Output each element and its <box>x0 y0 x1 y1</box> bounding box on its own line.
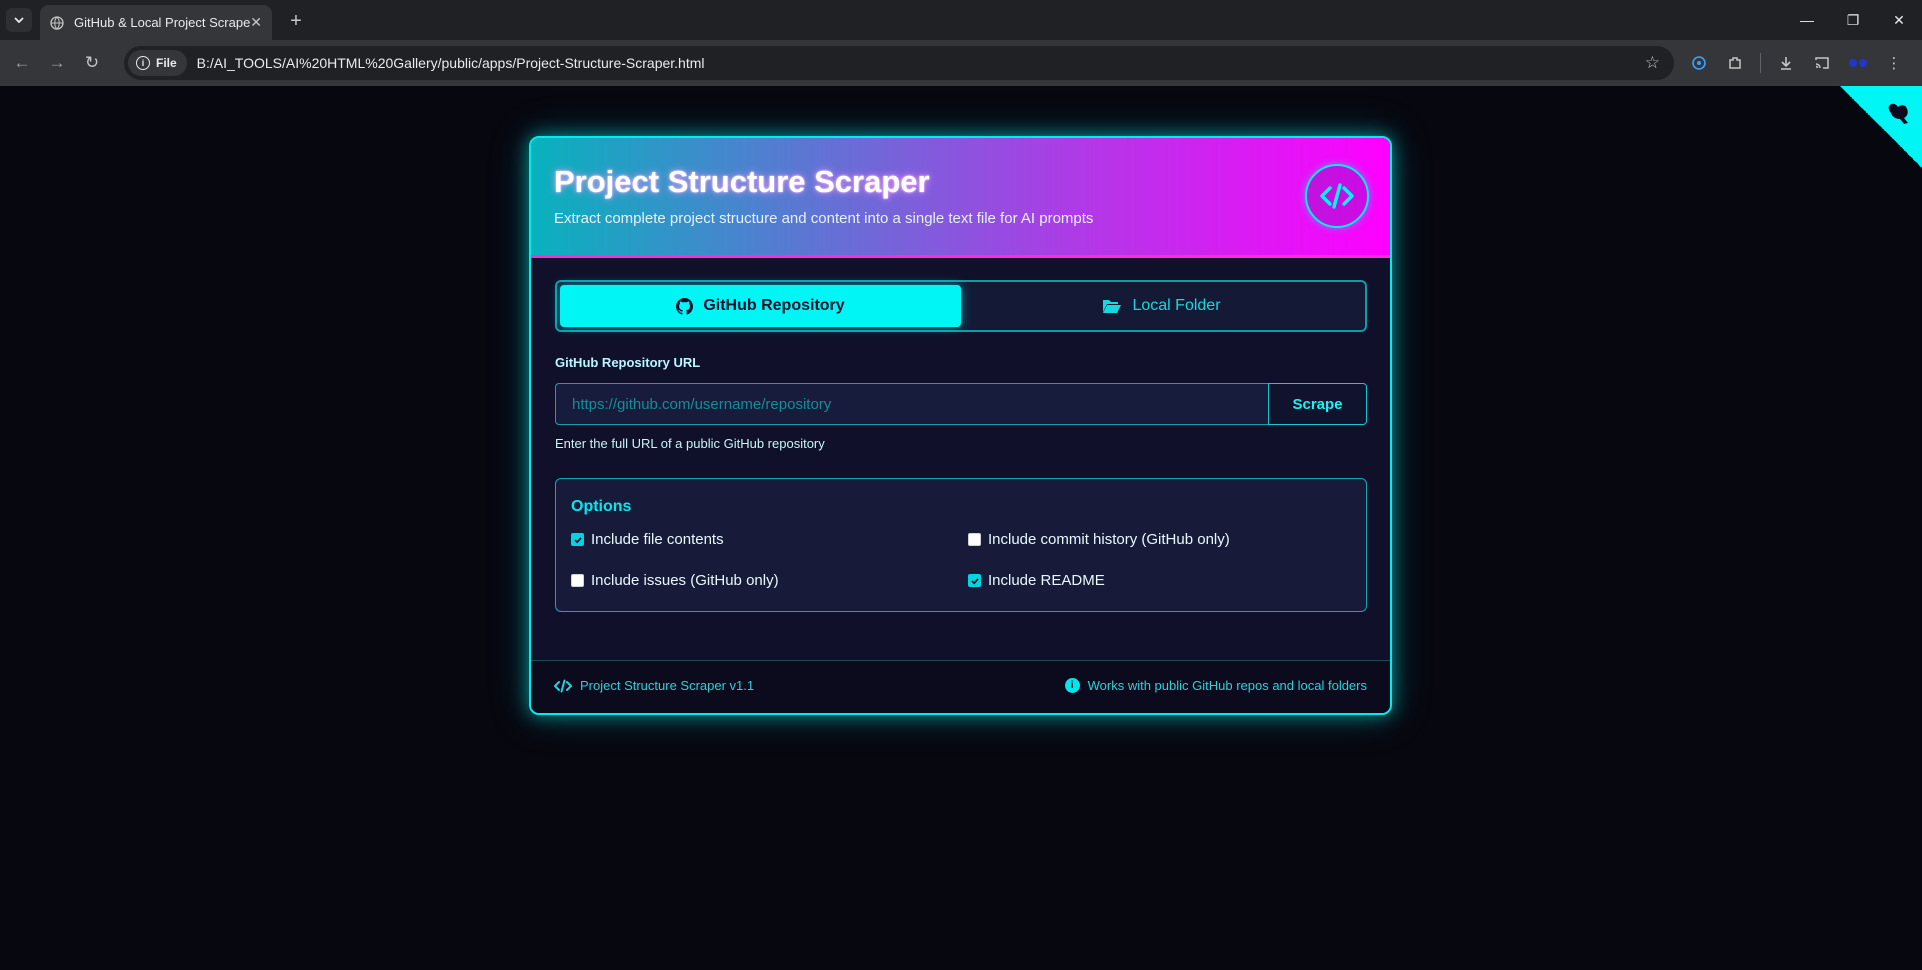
url-input-group: Scrape <box>555 383 1367 425</box>
close-window-icon[interactable]: ✕ <box>1876 0 1922 40</box>
browser-toolbar: ← → ↻ i File B:/AI_TOOLS/AI%20HTML%20Gal… <box>0 40 1922 86</box>
code-icon <box>554 679 572 692</box>
tab-search-button[interactable] <box>6 8 32 32</box>
checkbox-unchecked[interactable] <box>571 574 584 587</box>
checkbox-unchecked[interactable] <box>968 533 981 546</box>
footer-info-text: Works with public GitHub repos and local… <box>1087 678 1367 693</box>
repository-url-input[interactable] <box>555 383 1268 425</box>
app-subtitle: Extract complete project structure and c… <box>554 210 1094 227</box>
page-viewport: Project Structure Scraper Extract comple… <box>0 86 1922 970</box>
tab-title: GitHub & Local Project Scraper <box>74 15 251 30</box>
footer-version: Project Structure Scraper v1.1 <box>554 678 754 693</box>
footer-info: i Works with public GitHub repos and loc… <box>1064 678 1367 693</box>
github-corner[interactable] <box>1840 86 1922 168</box>
profile-avatar-icon[interactable] <box>1847 52 1869 74</box>
toolbar-divider <box>1760 53 1761 73</box>
url-help-text: Enter the full URL of a public GitHub re… <box>555 436 825 451</box>
ai-extension-icon[interactable] <box>1688 52 1710 74</box>
new-tab-button[interactable]: + <box>282 7 310 35</box>
github-octocat-icon <box>1888 103 1908 124</box>
code-icon <box>1320 183 1354 209</box>
app-footer: Project Structure Scraper v1.1 i Works w… <box>531 660 1390 713</box>
app-title: Project Structure Scraper <box>554 164 930 199</box>
browser-tab-bar: GitHub & Local Project Scraper ✕ + — ❐ ✕ <box>0 0 1922 40</box>
reload-icon[interactable]: ↻ <box>78 49 106 77</box>
tab-github-repository[interactable]: GitHub Repository <box>560 285 961 327</box>
puzzle-extensions-icon[interactable] <box>1724 52 1746 74</box>
app-header: Project Structure Scraper Extract comple… <box>531 138 1390 258</box>
info-circle-icon: i <box>1064 678 1080 693</box>
checkbox-checked[interactable] <box>571 533 584 546</box>
cast-icon[interactable] <box>1811 52 1833 74</box>
source-tabs: GitHub Repository Local Folder <box>555 280 1367 332</box>
option-include-issues[interactable]: Include issues (GitHub only) <box>571 572 779 589</box>
app-card: Project Structure Scraper Extract comple… <box>529 136 1392 715</box>
url-field-label: GitHub Repository URL <box>555 355 701 370</box>
option-label: Include issues (GitHub only) <box>591 572 779 589</box>
globe-icon <box>50 15 64 30</box>
tab-close-icon[interactable]: ✕ <box>250 14 262 31</box>
scrape-button[interactable]: Scrape <box>1268 383 1367 425</box>
address-bar[interactable]: i File B:/AI_TOOLS/AI%20HTML%20Gallery/p… <box>124 46 1674 80</box>
option-include-commit-history[interactable]: Include commit history (GitHub only) <box>968 531 1230 548</box>
tab-github-label: GitHub Repository <box>703 297 845 314</box>
site-info-chip[interactable]: i File <box>128 50 187 76</box>
bookmark-star-icon[interactable]: ☆ <box>1645 53 1660 73</box>
forward-icon[interactable]: → <box>43 49 71 77</box>
option-label: Include commit history (GitHub only) <box>988 531 1230 548</box>
option-label: Include file contents <box>591 531 724 548</box>
tab-local-label: Local Folder <box>1132 297 1221 314</box>
info-icon: i <box>136 56 150 70</box>
options-title: Options <box>571 498 632 515</box>
url-text: B:/AI_TOOLS/AI%20HTML%20Gallery/public/a… <box>196 55 705 71</box>
option-label: Include README <box>988 572 1105 589</box>
option-include-file-contents[interactable]: Include file contents <box>571 531 724 548</box>
restore-icon[interactable]: ❐ <box>1830 0 1876 40</box>
window-controls: — ❐ ✕ <box>1784 0 1922 40</box>
minimize-icon[interactable]: — <box>1784 0 1830 40</box>
footer-version-text: Project Structure Scraper v1.1 <box>580 678 755 693</box>
code-logo-badge <box>1305 164 1369 228</box>
chevron-down-icon <box>14 17 24 24</box>
folder-open-icon <box>1103 300 1122 313</box>
github-icon <box>676 297 694 315</box>
option-include-readme[interactable]: Include README <box>968 572 1105 589</box>
menu-kebab-icon[interactable]: ⋮ <box>1883 52 1905 74</box>
download-icon[interactable] <box>1775 52 1797 74</box>
extensions-area: ⋮ <box>1688 49 1905 77</box>
tab-local-folder[interactable]: Local Folder <box>961 285 1362 327</box>
checkbox-checked[interactable] <box>968 574 981 587</box>
site-chip-label: File <box>156 56 177 70</box>
browser-tab[interactable]: GitHub & Local Project Scraper ✕ <box>40 5 272 40</box>
options-panel: Options Include file contents Include co… <box>555 478 1367 612</box>
back-icon[interactable]: ← <box>8 49 36 77</box>
